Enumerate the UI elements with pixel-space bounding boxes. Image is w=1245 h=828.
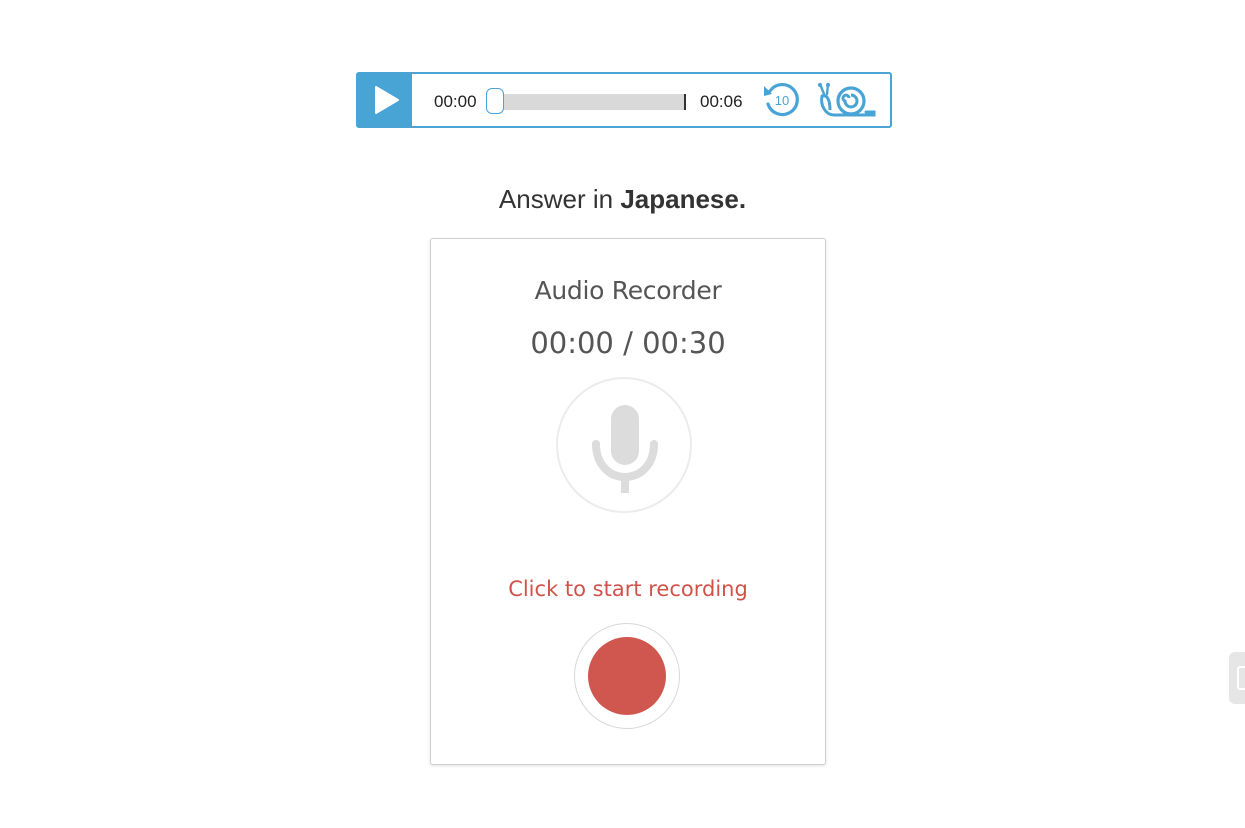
record-button[interactable] <box>574 623 680 729</box>
record-icon <box>588 637 666 715</box>
rewind-button[interactable]: 10 <box>762 82 800 118</box>
microphone-indicator <box>556 377 692 513</box>
progress-thumb[interactable] <box>486 88 504 114</box>
total-time: 00:06 <box>700 92 743 111</box>
recorder-timer: 00:00 / 00:30 <box>530 326 726 360</box>
play-icon <box>375 86 399 114</box>
rewind-10-icon: 10 <box>764 83 799 117</box>
audio-recorder-card: Audio Recorder 00:00 / 00:30 Click to st… <box>430 238 826 765</box>
side-panel-tab[interactable] <box>1229 652 1245 704</box>
rewind-seconds: 10 <box>775 93 789 108</box>
instruction-language: Japanese. <box>620 184 747 214</box>
current-time: 00:00 <box>434 92 477 111</box>
audio-player: 00:00 00:06 10 <box>356 72 892 128</box>
progress-track[interactable] <box>488 94 686 110</box>
page: 00:00 00:06 10 Answer in Japanese. Audio… <box>0 0 1245 828</box>
snail-icon <box>818 82 876 117</box>
slow-speed-button[interactable] <box>816 82 876 120</box>
microphone-icon <box>592 405 658 493</box>
start-recording-hint[interactable]: Click to start recording <box>431 577 825 601</box>
play-button[interactable] <box>358 74 412 126</box>
panel-icon <box>1237 666 1245 690</box>
recorder-title: Audio Recorder <box>534 276 722 305</box>
instruction-prefix: Answer in <box>498 184 621 214</box>
instruction: Answer in Japanese. <box>0 184 1245 215</box>
